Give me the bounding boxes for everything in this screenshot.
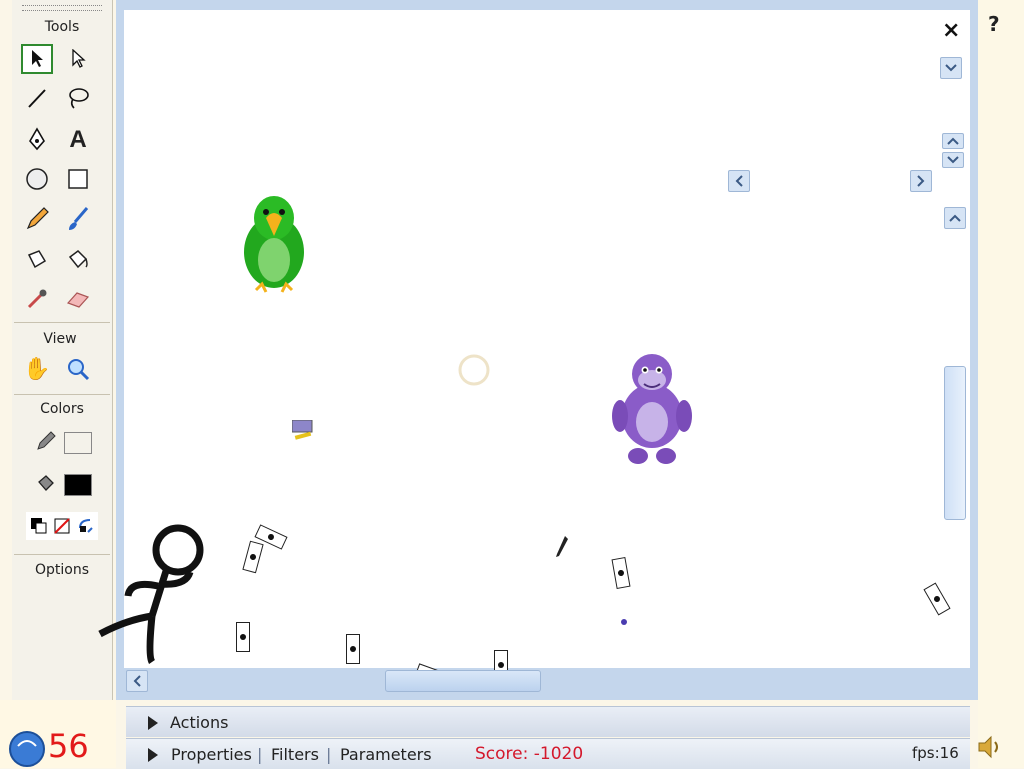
- zoom-tool[interactable]: [62, 354, 94, 384]
- filters-tab[interactable]: Filters: [271, 745, 319, 764]
- stroke-color-swatch[interactable]: [64, 432, 92, 454]
- eyedropper-icon: [27, 289, 47, 309]
- swap-colors-icon[interactable]: [78, 518, 94, 534]
- eraser-tool[interactable]: [62, 284, 94, 314]
- start-orb-icon[interactable]: [8, 730, 46, 768]
- lasso-tool[interactable]: [62, 83, 94, 113]
- hand-tool[interactable]: ✋: [21, 354, 53, 384]
- chevron-down-icon: [947, 156, 959, 164]
- pen-pickup: [556, 536, 568, 557]
- vertical-scrollbar-thumb[interactable]: [944, 366, 966, 520]
- hand-icon: ✋: [23, 356, 51, 382]
- speaker-icon[interactable]: [976, 734, 1004, 760]
- brush-tool[interactable]: [62, 204, 94, 234]
- scroll-down-small-button[interactable]: [942, 152, 964, 168]
- stroke-color-tool[interactable]: [30, 426, 62, 456]
- chevron-left-icon: [133, 675, 141, 687]
- tab-separator: |: [257, 745, 263, 764]
- scroll-down-button[interactable]: [940, 57, 962, 79]
- dot-marker: [621, 619, 627, 625]
- close-icon[interactable]: ×: [942, 18, 960, 43]
- ink-bottle-tool[interactable]: [21, 244, 53, 274]
- paint-bucket-tool[interactable]: [62, 244, 94, 274]
- zoom-icon: [68, 359, 90, 381]
- crosshair-marker: [458, 354, 490, 386]
- fps-display: fps:16: [912, 744, 959, 762]
- debris-block: [346, 634, 360, 664]
- score-display: Score: -1020: [475, 744, 584, 764]
- help-icon[interactable]: ?: [988, 12, 1000, 36]
- lasso-icon: [69, 88, 89, 109]
- pen-icon: [29, 127, 45, 151]
- horizontal-scroll-left-button[interactable]: [126, 670, 148, 692]
- separator: [14, 322, 110, 323]
- debris-block: [923, 582, 951, 616]
- debris-block: [611, 557, 631, 589]
- expand-arrow-icon[interactable]: [148, 716, 158, 730]
- text-tool[interactable]: A: [62, 125, 94, 155]
- game-stage[interactable]: [98, 10, 970, 687]
- rectangle-tool[interactable]: [62, 164, 94, 194]
- brush-icon: [69, 207, 89, 230]
- debris-block: [236, 622, 250, 652]
- actions-panel[interactable]: Actions: [126, 706, 970, 737]
- horizontal-scrollbar-thumb[interactable]: [385, 670, 541, 692]
- bonus-item: [292, 420, 313, 440]
- tab-separator: |: [326, 745, 332, 764]
- black-white-icon[interactable]: [31, 518, 47, 534]
- ink-bottle-icon: [27, 250, 47, 269]
- chevron-down-icon: [945, 64, 957, 72]
- view-label: View: [43, 331, 77, 347]
- selection-tool[interactable]: [21, 44, 53, 74]
- subselection-arrow-icon: [72, 49, 86, 68]
- line-tool[interactable]: [21, 83, 53, 113]
- chevron-up-icon: [949, 214, 961, 222]
- subselection-tool[interactable]: [62, 44, 94, 74]
- stroke-color-icon: [37, 431, 56, 450]
- debris-block: [242, 540, 264, 574]
- lives-counter: 56: [48, 727, 89, 765]
- eyedropper-tool[interactable]: [21, 284, 53, 314]
- scroll-left-button[interactable]: [728, 170, 750, 192]
- right-strip: [978, 0, 1024, 768]
- rectangle-icon: [68, 169, 88, 189]
- panel-grip[interactable]: [22, 5, 102, 11]
- separator: [14, 394, 110, 395]
- fill-color-icon: [38, 475, 54, 491]
- actions-label: Actions: [170, 713, 229, 732]
- selection-arrow-icon: [32, 50, 43, 67]
- pencil-icon: [26, 207, 49, 230]
- purple-gorilla-character: [612, 354, 692, 464]
- chevron-right-icon: [917, 175, 925, 187]
- pencil-tool[interactable]: [21, 204, 53, 234]
- chevron-up-icon: [947, 137, 959, 145]
- chevron-left-icon: [735, 175, 743, 187]
- line-icon: [28, 89, 46, 108]
- oval-tool[interactable]: [21, 164, 53, 194]
- stick-figure-player: [98, 524, 204, 664]
- tools-label: Tools: [44, 19, 80, 35]
- expand-arrow-icon[interactable]: [148, 748, 158, 762]
- text-icon: A: [69, 126, 87, 153]
- pen-tool[interactable]: [21, 125, 53, 155]
- colors-label: Colors: [40, 401, 84, 417]
- color-controls: [26, 512, 98, 540]
- fill-color-swatch[interactable]: [64, 474, 92, 496]
- eraser-icon: [66, 292, 90, 308]
- green-parrot-character: [244, 196, 304, 293]
- properties-tab[interactable]: Properties: [171, 745, 252, 764]
- scroll-up-button[interactable]: [944, 207, 966, 229]
- parameters-tab[interactable]: Parameters: [340, 745, 432, 764]
- scroll-right-button[interactable]: [910, 170, 932, 192]
- paint-bucket-icon: [68, 250, 88, 269]
- fill-color-tool[interactable]: [30, 468, 62, 498]
- scroll-up-small-button[interactable]: [942, 133, 964, 149]
- no-color-icon[interactable]: [54, 518, 70, 534]
- oval-icon: [26, 168, 48, 190]
